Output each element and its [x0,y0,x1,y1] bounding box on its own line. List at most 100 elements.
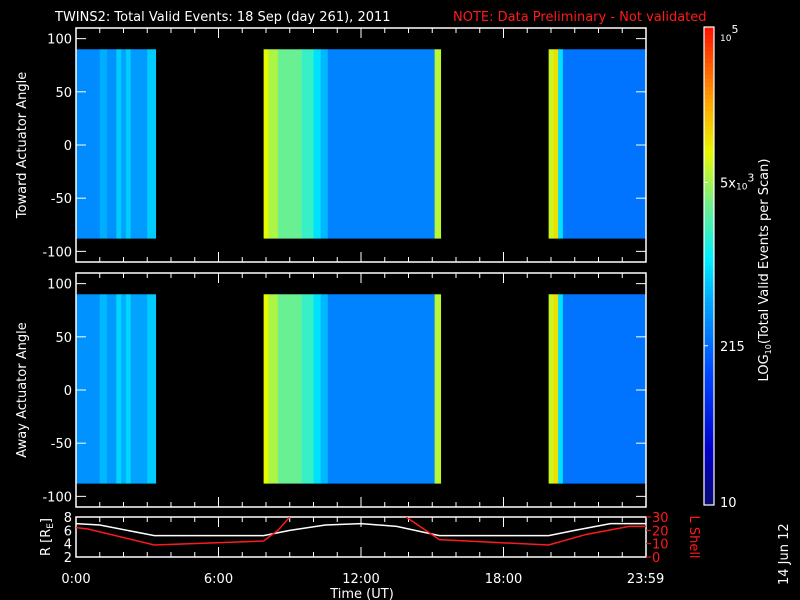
chart-title: TWINS2: Total Valid Events: 18 Sep (day … [54,10,391,25]
spectrogram-band [558,294,564,484]
spectrogram-band [327,294,436,484]
colorbar-segment [704,182,714,187]
colorbar-segment [704,293,714,299]
colorbar-segment [704,246,714,251]
spectrogram-band [301,49,314,239]
colorbar-segment [704,110,714,116]
y-tick-label: 100 [47,278,72,293]
colorbar-segment [704,357,714,363]
colorbar-segment [704,305,714,311]
colorbar-segment [704,158,714,164]
colorbar-segment [704,433,714,438]
colorbar-segment [704,273,714,279]
colorbar-segment [704,154,714,160]
spectrogram-band [147,49,157,239]
y-tick-label: -100 [42,490,72,505]
colorbar-segment [704,142,714,148]
colorbar-segment [704,122,714,128]
colorbar-segment [704,361,714,367]
colorbar-label-rest: (Total Valid Events per Scan) [757,159,772,345]
colorbar-segment [704,42,714,48]
colorbar-segment [704,465,714,470]
colorbar-segment [704,186,714,191]
spectrogram-panel: 100 50 0 -50 -100 Away Actuator Angle [15,272,647,508]
colorbar-segment [704,202,714,207]
spectrogram-band [553,294,559,484]
preliminary-note: NOTE: Data Preliminary - Not validated [453,10,707,25]
colorbar-segment [704,138,714,144]
spectrogram-band [130,294,148,484]
r-axis-label: R [RE] [39,518,56,556]
colorbar-segment [704,66,714,72]
colorbar-segment [704,317,714,323]
colorbar-tick-label: 105 [720,23,738,44]
colorbar-segment [704,242,714,247]
colorbar-segment [704,481,714,486]
spectrogram-band [548,49,554,239]
colorbar-segment [704,106,714,112]
x-tick-label: 6:00 [204,572,233,587]
colorbar-segment [704,365,714,371]
colorbar-segment [704,489,714,494]
colorbar-segment [704,78,714,84]
colorbar-label-main: LOG [757,354,772,381]
spectrogram-band [313,49,322,239]
colorbar-segment [704,102,714,108]
colorbar-segment [704,457,714,462]
colorbar-segment [704,226,714,231]
colorbar-segment [704,198,714,203]
y-tick-label: -100 [42,245,72,260]
y-tick-label: 0 [64,384,72,399]
colorbar-segment [704,281,714,287]
colorbar-segment [704,425,714,430]
colorbar-tick-base: 215 [720,340,745,355]
colorbar-segment [704,234,714,239]
colorbar-segment [704,126,714,132]
spectrogram-band [562,294,647,484]
spectrogram-band [147,294,157,484]
spectrogram-band [130,49,148,239]
lshell-line [405,517,646,546]
spectrogram-band [327,49,436,239]
colorbar-segment [704,321,714,327]
spectrogram-band [106,49,117,239]
colorbar-segment [704,174,714,179]
colorbar-segment [704,309,714,315]
colorbar-segment [704,98,714,104]
colorbar-segment [704,146,714,152]
x-tick-label: 0:00 [61,572,90,587]
colorbar-tick-label: 10 [720,496,737,511]
colorbar-segment [704,262,714,267]
colorbar-segment [704,401,714,407]
colorbar-segment [704,58,714,64]
spectrogram-band [121,294,127,484]
colorbar-tick-prefix: 5x [720,176,736,191]
colorbar-segment [704,54,714,60]
colorbar-segment [704,82,714,88]
lshell-line [76,517,291,546]
colorbar-segment [704,389,714,395]
spectrogram-band [277,294,303,484]
y-axis-label: Toward Actuator Angle [15,72,30,219]
colorbar-segment [704,289,714,295]
spectrogram-band [116,294,122,484]
colorbar-segment [704,62,714,68]
spectrogram-band [301,294,314,484]
colorbar-segment [704,254,714,259]
colorbar-tick-base: 10 [720,34,732,44]
y-tick-label: 0 [64,139,72,154]
colorbar-segment [704,449,714,454]
colorbar-segment [704,313,714,319]
colorbar-segment [704,277,714,283]
colorbar-segment [704,453,714,458]
colorbar-segment [704,397,714,403]
colorbar-segment [704,437,714,442]
colorbar-segment [704,373,714,379]
spectrogram-band [277,49,303,239]
colorbar-segment [704,329,714,335]
lshell-axis-label: L Shell [686,515,701,558]
x-tick-label: 18:00 [485,572,522,587]
colorbar-segment [704,27,714,32]
spectrogram-band [106,294,117,484]
spectrogram-band [263,294,269,484]
